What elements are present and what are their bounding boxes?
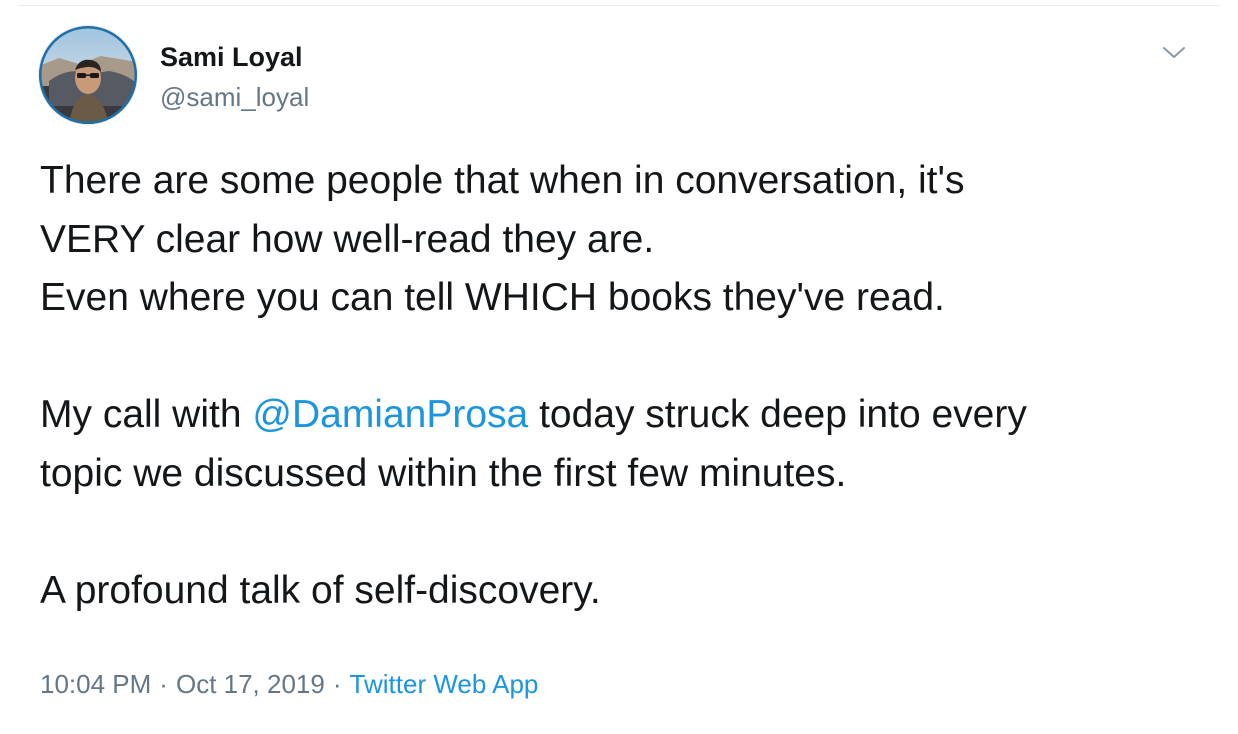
meta-separator-2: ·	[332, 669, 342, 699]
tweet-date[interactable]: Oct 17, 2019	[176, 669, 325, 699]
tweet-para3: A profound talk of self-discovery.	[40, 568, 601, 612]
tweet-line-2: VERY clear how well-read they are.	[40, 217, 655, 261]
tweet-time[interactable]: 10:04 PM	[40, 669, 151, 699]
tweet-header: Sami Loyal @sami_loyal	[38, 26, 1208, 130]
user-names: Sami Loyal @sami_loyal	[160, 40, 309, 114]
display-name[interactable]: Sami Loyal	[160, 40, 309, 74]
tweet-meta: 10:04 PM · Oct 17, 2019 · Twitter Web App	[40, 667, 538, 701]
user-handle[interactable]: @sami_loyal	[160, 80, 309, 114]
mention-link[interactable]: @DamianProsa	[252, 393, 528, 436]
tweet-line-3: Even where you can tell WHICH books they…	[40, 276, 945, 319]
profile-photo-icon	[39, 26, 137, 124]
tweet-source-link[interactable]: Twitter Web App	[350, 669, 539, 699]
tweet-menu-button[interactable]	[1154, 36, 1194, 70]
meta-separator: ·	[159, 669, 168, 699]
tweet-para2-before: My call with	[40, 393, 253, 436]
tweet-text: There are some people that when in conve…	[40, 152, 1210, 620]
avatar[interactable]	[39, 26, 137, 124]
tweet-card: Sami Loyal @sami_loyal There are some pe…	[0, 0, 1238, 734]
tweet-line-1: There are some people that when in conve…	[40, 159, 965, 202]
chevron-down-icon	[1163, 47, 1185, 58]
